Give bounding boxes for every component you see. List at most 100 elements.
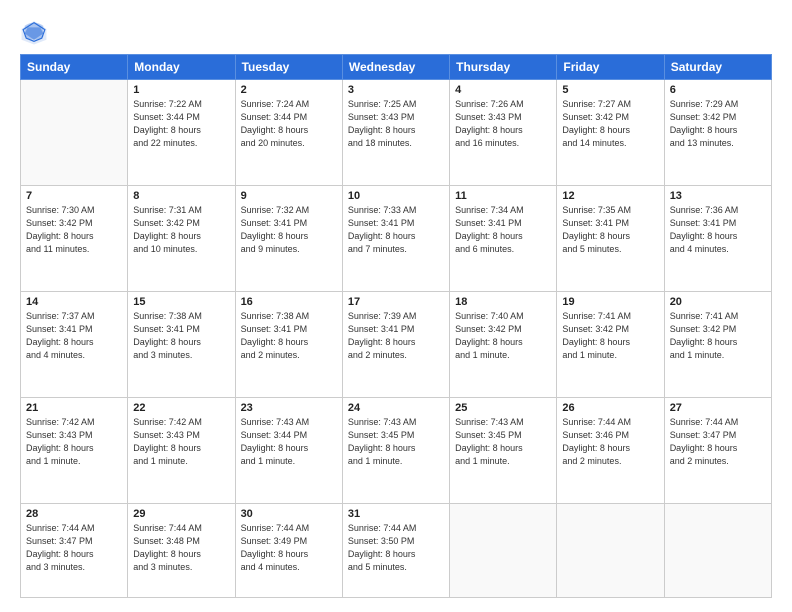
calendar-cell: 24 Sunrise: 7:43 AM Sunset: 3:45 PM Dayli… [342, 398, 449, 504]
day-number: 8 [133, 190, 229, 202]
day-number: 10 [348, 190, 444, 202]
day-info: Sunrise: 7:25 AM Sunset: 3:43 PM Dayligh… [348, 98, 444, 150]
day-number: 3 [348, 84, 444, 96]
day-info: Sunrise: 7:43 AM Sunset: 3:45 PM Dayligh… [455, 416, 551, 468]
day-info: Sunrise: 7:36 AM Sunset: 3:41 PM Dayligh… [670, 204, 766, 256]
day-info: Sunrise: 7:44 AM Sunset: 3:49 PM Dayligh… [241, 522, 337, 574]
day-info: Sunrise: 7:39 AM Sunset: 3:41 PM Dayligh… [348, 310, 444, 362]
day-info: Sunrise: 7:44 AM Sunset: 3:47 PM Dayligh… [26, 522, 122, 574]
day-number: 30 [241, 508, 337, 520]
day-info: Sunrise: 7:33 AM Sunset: 3:41 PM Dayligh… [348, 204, 444, 256]
calendar-cell: 23Sunrise: 7:43 AM Sunset: 3:44 PM Dayli… [235, 398, 342, 504]
day-number: 31 [348, 508, 444, 520]
calendar-cell: 29 Sunrise: 7:44 AM Sunset: 3:48 PM Dayli… [128, 504, 235, 598]
day-number: 17 [348, 296, 444, 308]
calendar-cell: 26 Sunrise: 7:44 AM Sunset: 3:46 PM Dayli… [557, 398, 664, 504]
day-info: Sunrise: 7:43 AM Sunset: 3:44 PM Dayligh… [241, 416, 337, 468]
day-number: 13 [670, 190, 766, 202]
weekday-saturday: Saturday [664, 55, 771, 80]
day-number: 16 [241, 296, 337, 308]
calendar-cell: 10 Sunrise: 7:33 AM Sunset: 3:41 PM Dayli… [342, 186, 449, 292]
page: SundayMondayTuesdayWednesdayThursdayFrid… [0, 0, 792, 612]
day-number: 11 [455, 190, 551, 202]
day-info: Sunrise: 7:30 AM Sunset: 3:42 PM Dayligh… [26, 204, 122, 256]
day-info: Sunrise: 7:44 AM Sunset: 3:46 PM Dayligh… [562, 416, 658, 468]
day-number: 12 [562, 190, 658, 202]
calendar-cell [21, 80, 128, 186]
day-info: Sunrise: 7:26 AM Sunset: 3:43 PM Dayligh… [455, 98, 551, 150]
weekday-header-row: SundayMondayTuesdayWednesdayThursdayFrid… [21, 55, 772, 80]
calendar-cell: 22 Sunrise: 7:42 AM Sunset: 3:43 PM Dayli… [128, 398, 235, 504]
calendar-cell [557, 504, 664, 598]
day-info: Sunrise: 7:31 AM Sunset: 3:42 PM Dayligh… [133, 204, 229, 256]
day-number: 24 [348, 402, 444, 414]
weekday-wednesday: Wednesday [342, 55, 449, 80]
day-info: Sunrise: 7:44 AM Sunset: 3:50 PM Dayligh… [348, 522, 444, 574]
day-info: Sunrise: 7:40 AM Sunset: 3:42 PM Dayligh… [455, 310, 551, 362]
calendar-cell: 21Sunrise: 7:42 AM Sunset: 3:43 PM Dayli… [21, 398, 128, 504]
day-number: 25 [455, 402, 551, 414]
calendar-cell: 19 Sunrise: 7:41 AM Sunset: 3:42 PM Dayli… [557, 292, 664, 398]
day-number: 2 [241, 84, 337, 96]
day-number: 22 [133, 402, 229, 414]
day-info: Sunrise: 7:42 AM Sunset: 3:43 PM Dayligh… [133, 416, 229, 468]
calendar-cell: 16 Sunrise: 7:38 AM Sunset: 3:41 PM Dayli… [235, 292, 342, 398]
calendar-cell: 13 Sunrise: 7:36 AM Sunset: 3:41 PM Dayli… [664, 186, 771, 292]
calendar-cell: 12 Sunrise: 7:35 AM Sunset: 3:41 PM Dayli… [557, 186, 664, 292]
weekday-tuesday: Tuesday [235, 55, 342, 80]
week-row-3: 21Sunrise: 7:42 AM Sunset: 3:43 PM Dayli… [21, 398, 772, 504]
calendar-cell: 14Sunrise: 7:37 AM Sunset: 3:41 PM Dayli… [21, 292, 128, 398]
calendar: SundayMondayTuesdayWednesdayThursdayFrid… [20, 54, 772, 598]
logo [20, 18, 52, 46]
weekday-sunday: Sunday [21, 55, 128, 80]
day-info: Sunrise: 7:44 AM Sunset: 3:48 PM Dayligh… [133, 522, 229, 574]
weekday-thursday: Thursday [450, 55, 557, 80]
day-info: Sunrise: 7:37 AM Sunset: 3:41 PM Dayligh… [26, 310, 122, 362]
day-info: Sunrise: 7:42 AM Sunset: 3:43 PM Dayligh… [26, 416, 122, 468]
calendar-cell: 18 Sunrise: 7:40 AM Sunset: 3:42 PM Dayli… [450, 292, 557, 398]
day-number: 6 [670, 84, 766, 96]
day-number: 27 [670, 402, 766, 414]
day-number: 4 [455, 84, 551, 96]
day-number: 15 [133, 296, 229, 308]
week-row-2: 14Sunrise: 7:37 AM Sunset: 3:41 PM Dayli… [21, 292, 772, 398]
calendar-cell: 11 Sunrise: 7:34 AM Sunset: 3:41 PM Dayli… [450, 186, 557, 292]
calendar-cell: 28 Sunrise: 7:44 AM Sunset: 3:47 PM Dayli… [21, 504, 128, 598]
day-number: 9 [241, 190, 337, 202]
calendar-cell: 1 Sunrise: 7:22 AM Sunset: 3:44 PM Daylig… [128, 80, 235, 186]
calendar-cell: 27 Sunrise: 7:44 AM Sunset: 3:47 PM Dayli… [664, 398, 771, 504]
day-info: Sunrise: 7:32 AM Sunset: 3:41 PM Dayligh… [241, 204, 337, 256]
calendar-cell: 7Sunrise: 7:30 AM Sunset: 3:42 PM Daylig… [21, 186, 128, 292]
day-info: Sunrise: 7:34 AM Sunset: 3:41 PM Dayligh… [455, 204, 551, 256]
day-number: 20 [670, 296, 766, 308]
day-info: Sunrise: 7:22 AM Sunset: 3:44 PM Dayligh… [133, 98, 229, 150]
day-number: 29 [133, 508, 229, 520]
day-info: Sunrise: 7:29 AM Sunset: 3:42 PM Dayligh… [670, 98, 766, 150]
calendar-cell: 9 Sunrise: 7:32 AM Sunset: 3:41 PM Daylig… [235, 186, 342, 292]
day-number: 1 [133, 84, 229, 96]
day-number: 28 [26, 508, 122, 520]
calendar-cell [664, 504, 771, 598]
calendar-cell: 3 Sunrise: 7:25 AM Sunset: 3:43 PM Daylig… [342, 80, 449, 186]
day-info: Sunrise: 7:38 AM Sunset: 3:41 PM Dayligh… [133, 310, 229, 362]
day-info: Sunrise: 7:44 AM Sunset: 3:47 PM Dayligh… [670, 416, 766, 468]
calendar-cell: 15 Sunrise: 7:38 AM Sunset: 3:41 PM Dayli… [128, 292, 235, 398]
weekday-friday: Friday [557, 55, 664, 80]
calendar-cell: 17 Sunrise: 7:39 AM Sunset: 3:41 PM Dayli… [342, 292, 449, 398]
calendar-cell: 8 Sunrise: 7:31 AM Sunset: 3:42 PM Daylig… [128, 186, 235, 292]
calendar-cell: 25 Sunrise: 7:43 AM Sunset: 3:45 PM Dayli… [450, 398, 557, 504]
day-info: Sunrise: 7:41 AM Sunset: 3:42 PM Dayligh… [562, 310, 658, 362]
day-number: 19 [562, 296, 658, 308]
day-info: Sunrise: 7:38 AM Sunset: 3:41 PM Dayligh… [241, 310, 337, 362]
day-info: Sunrise: 7:35 AM Sunset: 3:41 PM Dayligh… [562, 204, 658, 256]
day-number: 26 [562, 402, 658, 414]
calendar-cell: 30 Sunrise: 7:44 AM Sunset: 3:49 PM Dayli… [235, 504, 342, 598]
logo-icon [20, 18, 48, 46]
day-info: Sunrise: 7:41 AM Sunset: 3:42 PM Dayligh… [670, 310, 766, 362]
day-info: Sunrise: 7:27 AM Sunset: 3:42 PM Dayligh… [562, 98, 658, 150]
week-row-1: 7Sunrise: 7:30 AM Sunset: 3:42 PM Daylig… [21, 186, 772, 292]
day-info: Sunrise: 7:43 AM Sunset: 3:45 PM Dayligh… [348, 416, 444, 468]
calendar-cell: 2Sunrise: 7:24 AM Sunset: 3:44 PM Daylig… [235, 80, 342, 186]
day-number: 18 [455, 296, 551, 308]
day-number: 5 [562, 84, 658, 96]
